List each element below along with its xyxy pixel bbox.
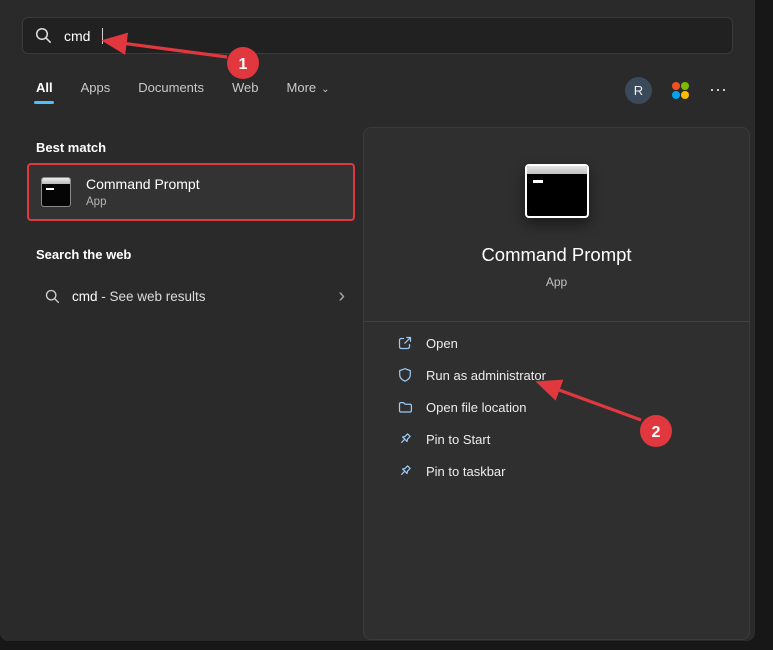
action-label: Pin to Start	[426, 432, 490, 447]
command-prompt-icon	[41, 177, 71, 207]
action-list: Open Run as administrator Open file loca…	[364, 327, 749, 487]
microsoft-icon[interactable]	[672, 82, 689, 99]
search-icon	[35, 27, 52, 44]
search-bar[interactable]: cmd	[22, 17, 733, 54]
tab-web[interactable]: Web	[232, 80, 259, 104]
top-right-cluster: R ⋯	[625, 76, 727, 104]
best-match-header: Best match	[36, 140, 106, 155]
pin-icon	[397, 463, 413, 479]
action-label: Run as administrator	[426, 368, 546, 383]
preview-title: Command Prompt	[481, 244, 631, 266]
avatar[interactable]: R	[625, 77, 652, 104]
action-label: Pin to taskbar	[426, 464, 506, 479]
chevron-right-icon: ›	[338, 287, 345, 305]
search-flyout: cmd All Apps Documents Web More⌄ R ⋯ Bes…	[0, 0, 755, 641]
tab-documents[interactable]: Documents	[138, 80, 204, 104]
result-text: Command Prompt App	[86, 176, 200, 208]
action-pin-to-start[interactable]: Pin to Start	[364, 423, 749, 455]
folder-icon	[397, 399, 413, 415]
result-title: Command Prompt	[86, 176, 200, 192]
command-prompt-large-icon	[525, 164, 589, 218]
result-subtitle: App	[86, 196, 200, 208]
action-run-as-administrator[interactable]: Run as administrator	[364, 359, 749, 391]
web-suffix: - See web results	[98, 289, 206, 304]
open-icon	[397, 335, 413, 351]
tab-more[interactable]: More⌄	[287, 80, 330, 104]
text-caret	[102, 28, 103, 44]
search-input[interactable]: cmd	[64, 28, 90, 44]
action-open[interactable]: Open	[364, 327, 749, 359]
web-query: cmd	[72, 289, 98, 304]
web-search-result[interactable]: cmd - See web results ›	[27, 279, 355, 313]
action-open-file-location[interactable]: Open file location	[364, 391, 749, 423]
more-options-icon[interactable]: ⋯	[709, 85, 727, 95]
action-label: Open file location	[426, 400, 526, 415]
admin-shield-icon	[397, 367, 413, 383]
action-pin-to-taskbar[interactable]: Pin to taskbar	[364, 455, 749, 487]
best-match-result[interactable]: Command Prompt App	[27, 163, 355, 221]
action-label: Open	[426, 336, 458, 351]
search-filter-tabs: All Apps Documents Web More⌄	[36, 80, 330, 104]
search-web-header: Search the web	[36, 247, 131, 262]
chevron-down-icon: ⌄	[321, 84, 329, 95]
tab-apps[interactable]: Apps	[81, 80, 111, 104]
divider	[364, 321, 749, 322]
active-tab-underline	[34, 101, 54, 104]
search-icon	[45, 289, 60, 304]
preview-panel: Command Prompt App Open	[363, 127, 750, 640]
tab-all[interactable]: All	[36, 80, 53, 104]
web-result-text: cmd - See web results	[72, 289, 206, 304]
preview-subtitle: App	[546, 275, 567, 289]
pin-icon	[397, 431, 413, 447]
